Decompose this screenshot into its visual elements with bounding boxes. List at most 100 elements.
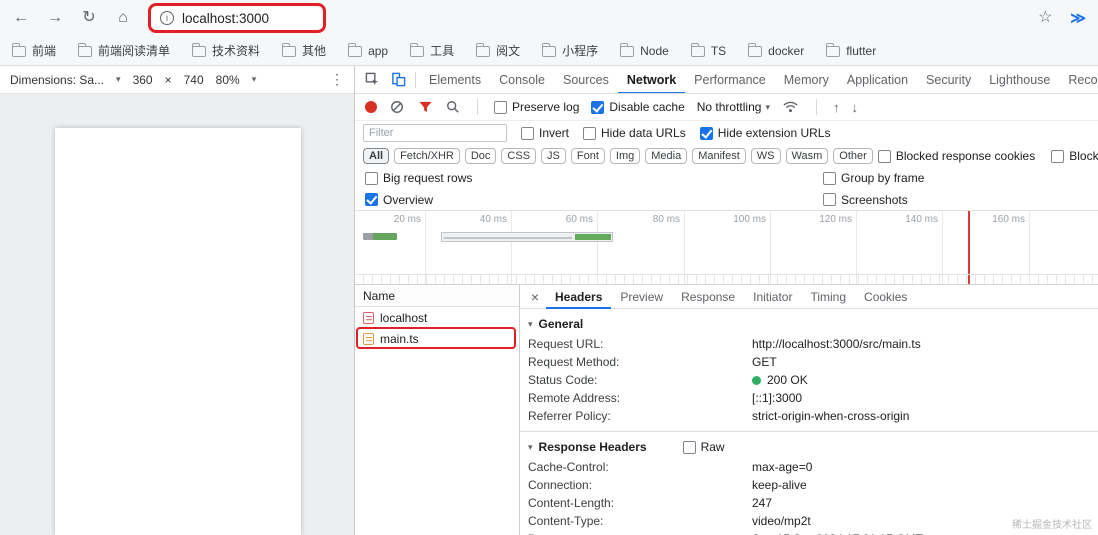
type-filter-doc[interactable]: Doc — [465, 148, 497, 164]
type-filter-img[interactable]: Img — [610, 148, 640, 164]
checkbox[interactable] — [1051, 150, 1064, 163]
tab-lighthouse[interactable]: Lighthouse — [980, 66, 1059, 94]
home-icon[interactable]: ⌂ — [114, 10, 132, 26]
bookmark-item[interactable]: app — [348, 44, 388, 58]
response-headers-section-header[interactable]: ▾ Response Headers Raw — [528, 436, 1090, 458]
record-icon[interactable] — [365, 101, 377, 113]
reload-icon[interactable]: ↻ — [80, 10, 98, 26]
tab-elements[interactable]: Elements — [420, 66, 490, 94]
device-height-field[interactable]: 740 — [184, 73, 204, 87]
filter-input[interactable] — [363, 124, 507, 142]
bookmark-item[interactable]: docker — [748, 44, 804, 58]
throttling-select[interactable]: No throttling ▾ — [697, 100, 770, 114]
site-info-icon[interactable]: i — [160, 11, 174, 25]
zoom-select[interactable]: 80% — [216, 73, 240, 87]
blocked-response-cookies-checkbox[interactable]: Blocked response cookies — [878, 149, 1035, 163]
type-filter-ws[interactable]: WS — [751, 148, 781, 164]
hide-data-urls-checkbox[interactable]: Hide data URLs — [583, 126, 686, 140]
type-filter-fetch-xhr[interactable]: Fetch/XHR — [394, 148, 460, 164]
type-filter-js[interactable]: JS — [541, 148, 566, 164]
checkbox[interactable] — [521, 127, 534, 140]
address-bar[interactable]: i localhost:3000 — [148, 3, 326, 33]
device-width-field[interactable]: 360 — [133, 73, 153, 87]
general-section-header[interactable]: ▾ General — [528, 313, 1090, 335]
checkbox[interactable] — [823, 193, 836, 206]
request-row-localhost[interactable]: localhost — [355, 307, 519, 328]
bookmark-item[interactable]: 前端 — [12, 42, 56, 59]
request-row-main-ts[interactable]: main.ts — [355, 328, 519, 349]
type-filter-other[interactable]: Other — [833, 148, 873, 164]
forward-icon[interactable]: → — [46, 10, 64, 26]
more-options-icon[interactable]: ⋮ — [330, 71, 344, 88]
tab-network[interactable]: Network — [618, 66, 685, 94]
inspect-element-icon[interactable] — [359, 67, 385, 93]
bookmark-item[interactable]: flutter — [826, 44, 876, 58]
bookmark-item[interactable]: 阅文 — [476, 42, 520, 59]
bookmark-item[interactable]: TS — [691, 44, 726, 58]
hide-extension-urls-checkbox[interactable]: Hide extension URLs — [700, 126, 831, 140]
type-filter-media[interactable]: Media — [645, 148, 687, 164]
checkbox[interactable] — [583, 127, 596, 140]
checkbox[interactable] — [365, 193, 378, 206]
filter-funnel-icon[interactable] — [417, 94, 433, 120]
bookmark-star-icon[interactable]: ☆ — [1036, 10, 1054, 26]
grid-line — [684, 211, 685, 284]
name-column-header: Name — [363, 289, 395, 303]
tab-headers[interactable]: Headers — [546, 285, 611, 309]
big-request-rows-checkbox[interactable]: Big request rows — [365, 171, 472, 185]
type-filter-font[interactable]: Font — [571, 148, 605, 164]
checkbox[interactable] — [700, 127, 713, 140]
extension-icon[interactable]: ≫ — [1070, 9, 1086, 27]
bookmark-item[interactable]: 前端阅读清单 — [78, 42, 170, 59]
checkbox[interactable] — [823, 172, 836, 185]
request-list: Name localhost main.ts — [355, 285, 520, 535]
tab-application[interactable]: Application — [838, 66, 917, 94]
tab-memory[interactable]: Memory — [775, 66, 838, 94]
tab-console[interactable]: Console — [490, 66, 554, 94]
invert-checkbox[interactable]: Invert — [521, 126, 569, 140]
preserve-log-checkbox[interactable]: Preserve log — [494, 100, 579, 114]
search-icon[interactable] — [445, 94, 461, 120]
bookmark-item[interactable]: 工具 — [410, 42, 454, 59]
bookmark-item[interactable]: 小程序 — [542, 42, 598, 59]
network-conditions-icon[interactable] — [782, 94, 800, 120]
bookmark-item[interactable]: Node — [620, 44, 669, 58]
type-filter-manifest[interactable]: Manifest — [692, 148, 746, 164]
checkbox[interactable] — [878, 150, 891, 163]
tab-sources[interactable]: Sources — [554, 66, 618, 94]
disable-cache-checkbox[interactable]: Disable cache — [591, 100, 684, 114]
import-har-icon[interactable]: ↑ — [833, 100, 840, 115]
tab-performance[interactable]: Performance — [685, 66, 775, 94]
tab-preview[interactable]: Preview — [611, 285, 672, 309]
bookmark-item[interactable]: 技术资料 — [192, 42, 260, 59]
clear-icon[interactable] — [389, 94, 405, 120]
header-name: Content-Type: — [528, 514, 752, 528]
tab-timing[interactable]: Timing — [801, 285, 855, 309]
type-filter-all[interactable]: All — [363, 148, 389, 164]
export-har-icon[interactable]: ↓ — [851, 100, 858, 115]
back-icon[interactable]: ← — [12, 10, 30, 26]
tab-security[interactable]: Security — [917, 66, 980, 94]
tab-response[interactable]: Response — [672, 285, 744, 309]
screenshots-checkbox[interactable]: Screenshots — [823, 193, 908, 207]
type-filter-wasm[interactable]: Wasm — [786, 148, 829, 164]
type-filter-css[interactable]: CSS — [501, 148, 536, 164]
device-screen[interactable] — [55, 128, 301, 535]
checkbox[interactable] — [683, 441, 696, 454]
checkbox[interactable] — [591, 101, 604, 114]
request-list-header[interactable]: Name — [355, 285, 519, 307]
checkbox[interactable] — [365, 172, 378, 185]
overview-checkbox[interactable]: Overview — [365, 193, 433, 207]
raw-checkbox[interactable]: Raw — [683, 440, 725, 454]
network-overview-timeline[interactable]: 20 ms 40 ms 60 ms 80 ms 100 ms 120 ms 14… — [355, 211, 1098, 285]
tab-initiator[interactable]: Initiator — [744, 285, 801, 309]
checkbox[interactable] — [494, 101, 507, 114]
tab-cookies[interactable]: Cookies — [855, 285, 916, 309]
tab-recorder[interactable]: Recorder — [1059, 66, 1098, 94]
group-by-frame-checkbox[interactable]: Group by frame — [823, 171, 924, 185]
device-dimensions-select[interactable]: Dimensions: Sa... — [10, 73, 104, 87]
close-icon[interactable]: × — [524, 289, 546, 305]
device-toolbar-toggle-icon[interactable] — [385, 67, 411, 93]
blocked-requests-checkbox[interactable]: Blocked requests — [1051, 149, 1098, 163]
bookmark-item[interactable]: 其他 — [282, 42, 326, 59]
